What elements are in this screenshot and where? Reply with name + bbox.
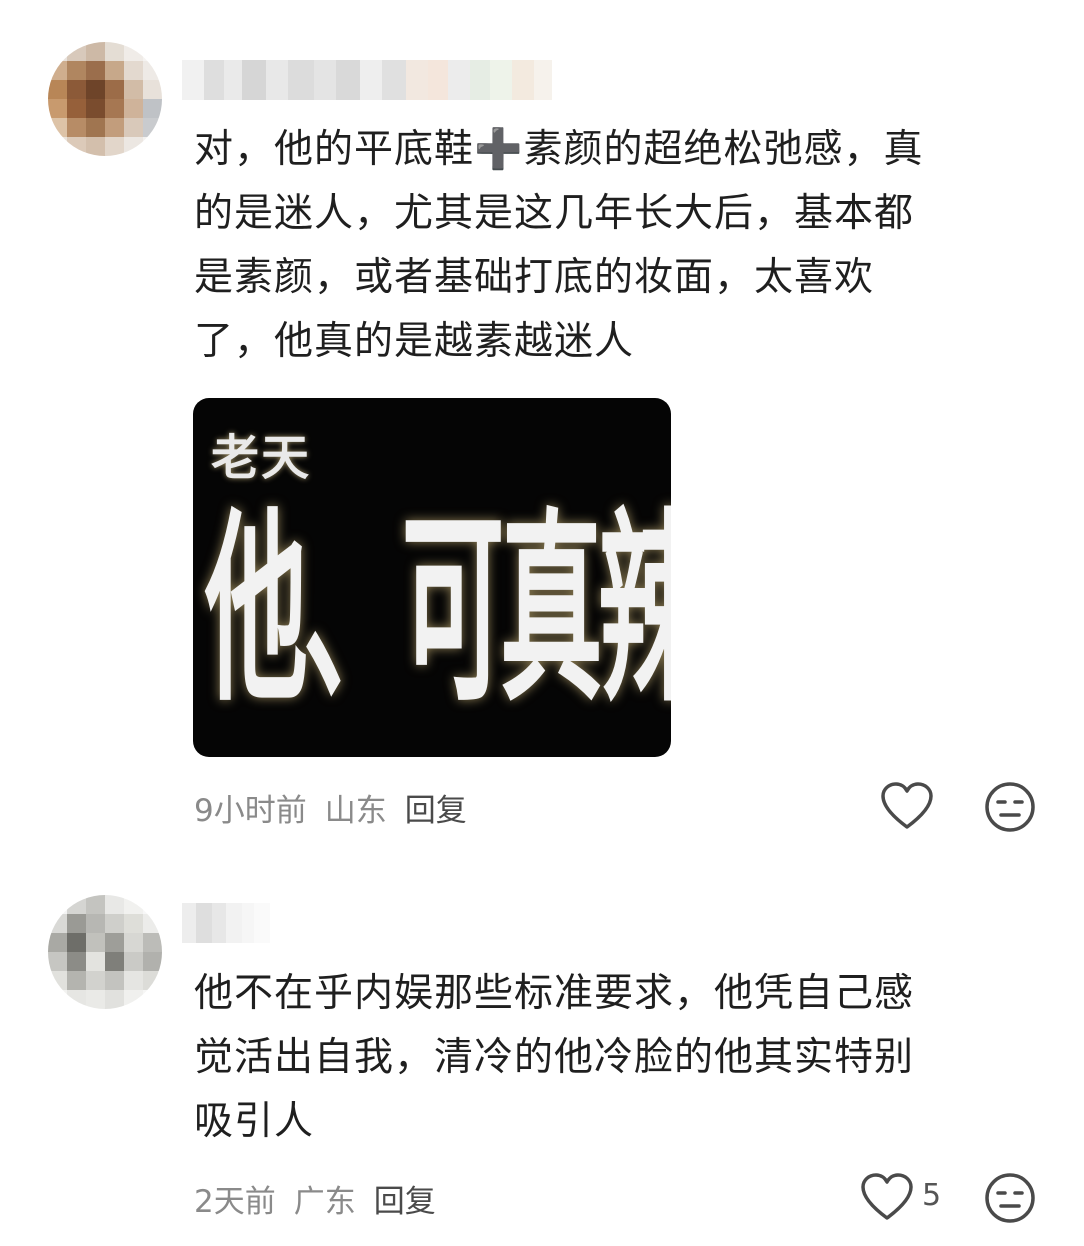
username-blurred[interactable]: [182, 903, 270, 943]
comment-meta: 2天前 广东 回复: [194, 1176, 436, 1221]
avatar[interactable]: [48, 895, 162, 1009]
username-blurred[interactable]: [182, 60, 552, 100]
neutral-face-icon[interactable]: [983, 1171, 1037, 1225]
comment-meta: 9小时前 山东 回复: [194, 785, 467, 830]
comment-text: 他不在乎内娱那些标准要求，他凭自己感 觉活出自我，清冷的他冷脸的他其实特别 吸引…: [194, 971, 915, 1144]
heart-icon[interactable]: [880, 781, 934, 831]
neutral-face-icon[interactable]: [983, 780, 1037, 834]
comment-location: 广东: [293, 1184, 356, 1220]
reply-button[interactable]: 回复: [405, 785, 467, 830]
comment-location: 山东: [324, 793, 387, 829]
comment-time: 2天前: [194, 1184, 276, 1220]
comment-text: 对，他的平底鞋➕素颜的超绝松弛感，真 的是迷人，尤其是这几年长大后，基本都 是素…: [194, 127, 924, 364]
avatar[interactable]: [48, 42, 162, 156]
reply-button[interactable]: 回复: [374, 1176, 436, 1221]
sticker-big-text: 他、可真辣: [205, 491, 671, 731]
sticker-image[interactable]: 老天 他、可真辣: [193, 398, 671, 757]
like-count: 5: [922, 1178, 942, 1213]
heart-icon[interactable]: [860, 1172, 914, 1222]
comment-time: 9小时前: [194, 793, 307, 829]
